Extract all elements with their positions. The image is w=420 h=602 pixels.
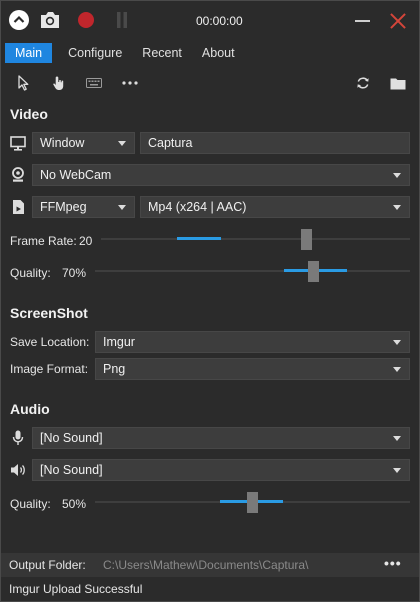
video-source-select[interactable]: Captura: [140, 132, 410, 154]
speaker-select[interactable]: [No Sound]: [32, 459, 410, 481]
video-heading: Video: [10, 106, 48, 122]
audio-quality-label: Quality:: [10, 497, 51, 511]
chevron-down-icon: [393, 436, 401, 441]
webcam-select[interactable]: No WebCam: [32, 164, 410, 186]
chevron-down-icon: [118, 141, 126, 146]
video-quality-value: 70%: [62, 266, 87, 280]
encoder-select[interactable]: FFMpeg: [32, 196, 135, 218]
audio-quality-value: 50%: [62, 497, 87, 511]
status-message: Imgur Upload Successful: [9, 582, 143, 596]
codec-value: Mp4 (x264 | AAC): [148, 200, 247, 214]
slider-thumb[interactable]: [301, 229, 312, 250]
app-window: 00:00:00 Main Configure Recent About Vid…: [0, 0, 420, 602]
frame-rate-slider[interactable]: [101, 228, 410, 250]
slider-fill: [177, 237, 221, 240]
chevron-down-icon: [393, 173, 401, 178]
audio-heading: Audio: [10, 401, 50, 417]
chevron-down-icon: [393, 367, 401, 372]
camera-icon[interactable]: [39, 9, 61, 31]
keyboard-icon[interactable]: [84, 73, 104, 93]
codec-select[interactable]: Mp4 (x264 | AAC): [140, 196, 410, 218]
image-format-value: Png: [103, 362, 126, 376]
video-quality-slider[interactable]: [95, 260, 410, 282]
webcam-icon: [9, 166, 27, 184]
toolbar: [1, 71, 419, 95]
speaker-value: [No Sound]: [40, 463, 103, 477]
save-location-select[interactable]: Imgur: [95, 331, 410, 353]
save-location-label: Save Location:: [10, 335, 90, 349]
microphone-select[interactable]: [No Sound]: [32, 427, 410, 449]
more-icon[interactable]: [120, 73, 140, 93]
image-format-label: Image Format:: [10, 362, 89, 376]
monitor-icon: [9, 134, 27, 152]
folder-icon[interactable]: [388, 73, 408, 93]
slider-track: [101, 238, 410, 240]
slider-thumb[interactable]: [247, 492, 258, 513]
output-folder-bar: Output Folder: C:\Users\Mathew\Documents…: [1, 553, 419, 577]
microphone-icon: [9, 429, 27, 447]
tab-main[interactable]: Main: [5, 43, 53, 63]
audio-quality-slider[interactable]: [95, 491, 410, 513]
speaker-icon: [9, 461, 27, 479]
webcam-value: No WebCam: [40, 168, 112, 182]
record-icon[interactable]: [75, 9, 97, 31]
video-source-type-select[interactable]: Window: [32, 132, 135, 154]
cursor-icon[interactable]: [13, 73, 33, 93]
tab-configure[interactable]: Configure: [58, 43, 132, 63]
frame-rate-value: 20: [79, 234, 93, 248]
video-source-value: Captura: [148, 136, 193, 150]
refresh-icon[interactable]: [353, 73, 373, 93]
tab-bar: Main Configure Recent About: [5, 43, 245, 63]
microphone-value: [No Sound]: [40, 431, 103, 445]
collapse-up-icon[interactable]: [8, 9, 30, 31]
tab-about[interactable]: About: [192, 43, 245, 63]
output-folder-path[interactable]: C:\Users\Mathew\Documents\Captura\: [103, 558, 308, 572]
frame-rate-label: Frame Rate:: [10, 234, 77, 248]
video-source-type-value: Window: [40, 136, 85, 150]
hand-click-icon[interactable]: [49, 73, 69, 93]
pause-icon[interactable]: [111, 9, 133, 31]
slider-track: [95, 270, 410, 272]
recording-timer: 00:00:00: [196, 14, 243, 28]
screenshot-heading: ScreenShot: [10, 305, 88, 321]
close-icon[interactable]: [386, 9, 410, 33]
title-bar: 00:00:00: [1, 1, 419, 41]
image-format-select[interactable]: Png: [95, 358, 410, 380]
browse-more-button[interactable]: •••: [384, 555, 402, 571]
chevron-down-icon: [118, 205, 126, 210]
video-quality-label: Quality:: [10, 266, 51, 280]
tab-recent[interactable]: Recent: [132, 43, 192, 63]
chevron-down-icon: [393, 205, 401, 210]
encoder-value: FFMpeg: [40, 200, 87, 214]
chevron-down-icon: [393, 468, 401, 473]
save-location-value: Imgur: [103, 335, 135, 349]
minimize-icon[interactable]: [353, 11, 373, 31]
chevron-down-icon: [393, 340, 401, 345]
video-file-icon: [9, 198, 27, 216]
slider-thumb[interactable]: [308, 261, 319, 282]
output-folder-label: Output Folder:: [9, 558, 86, 572]
